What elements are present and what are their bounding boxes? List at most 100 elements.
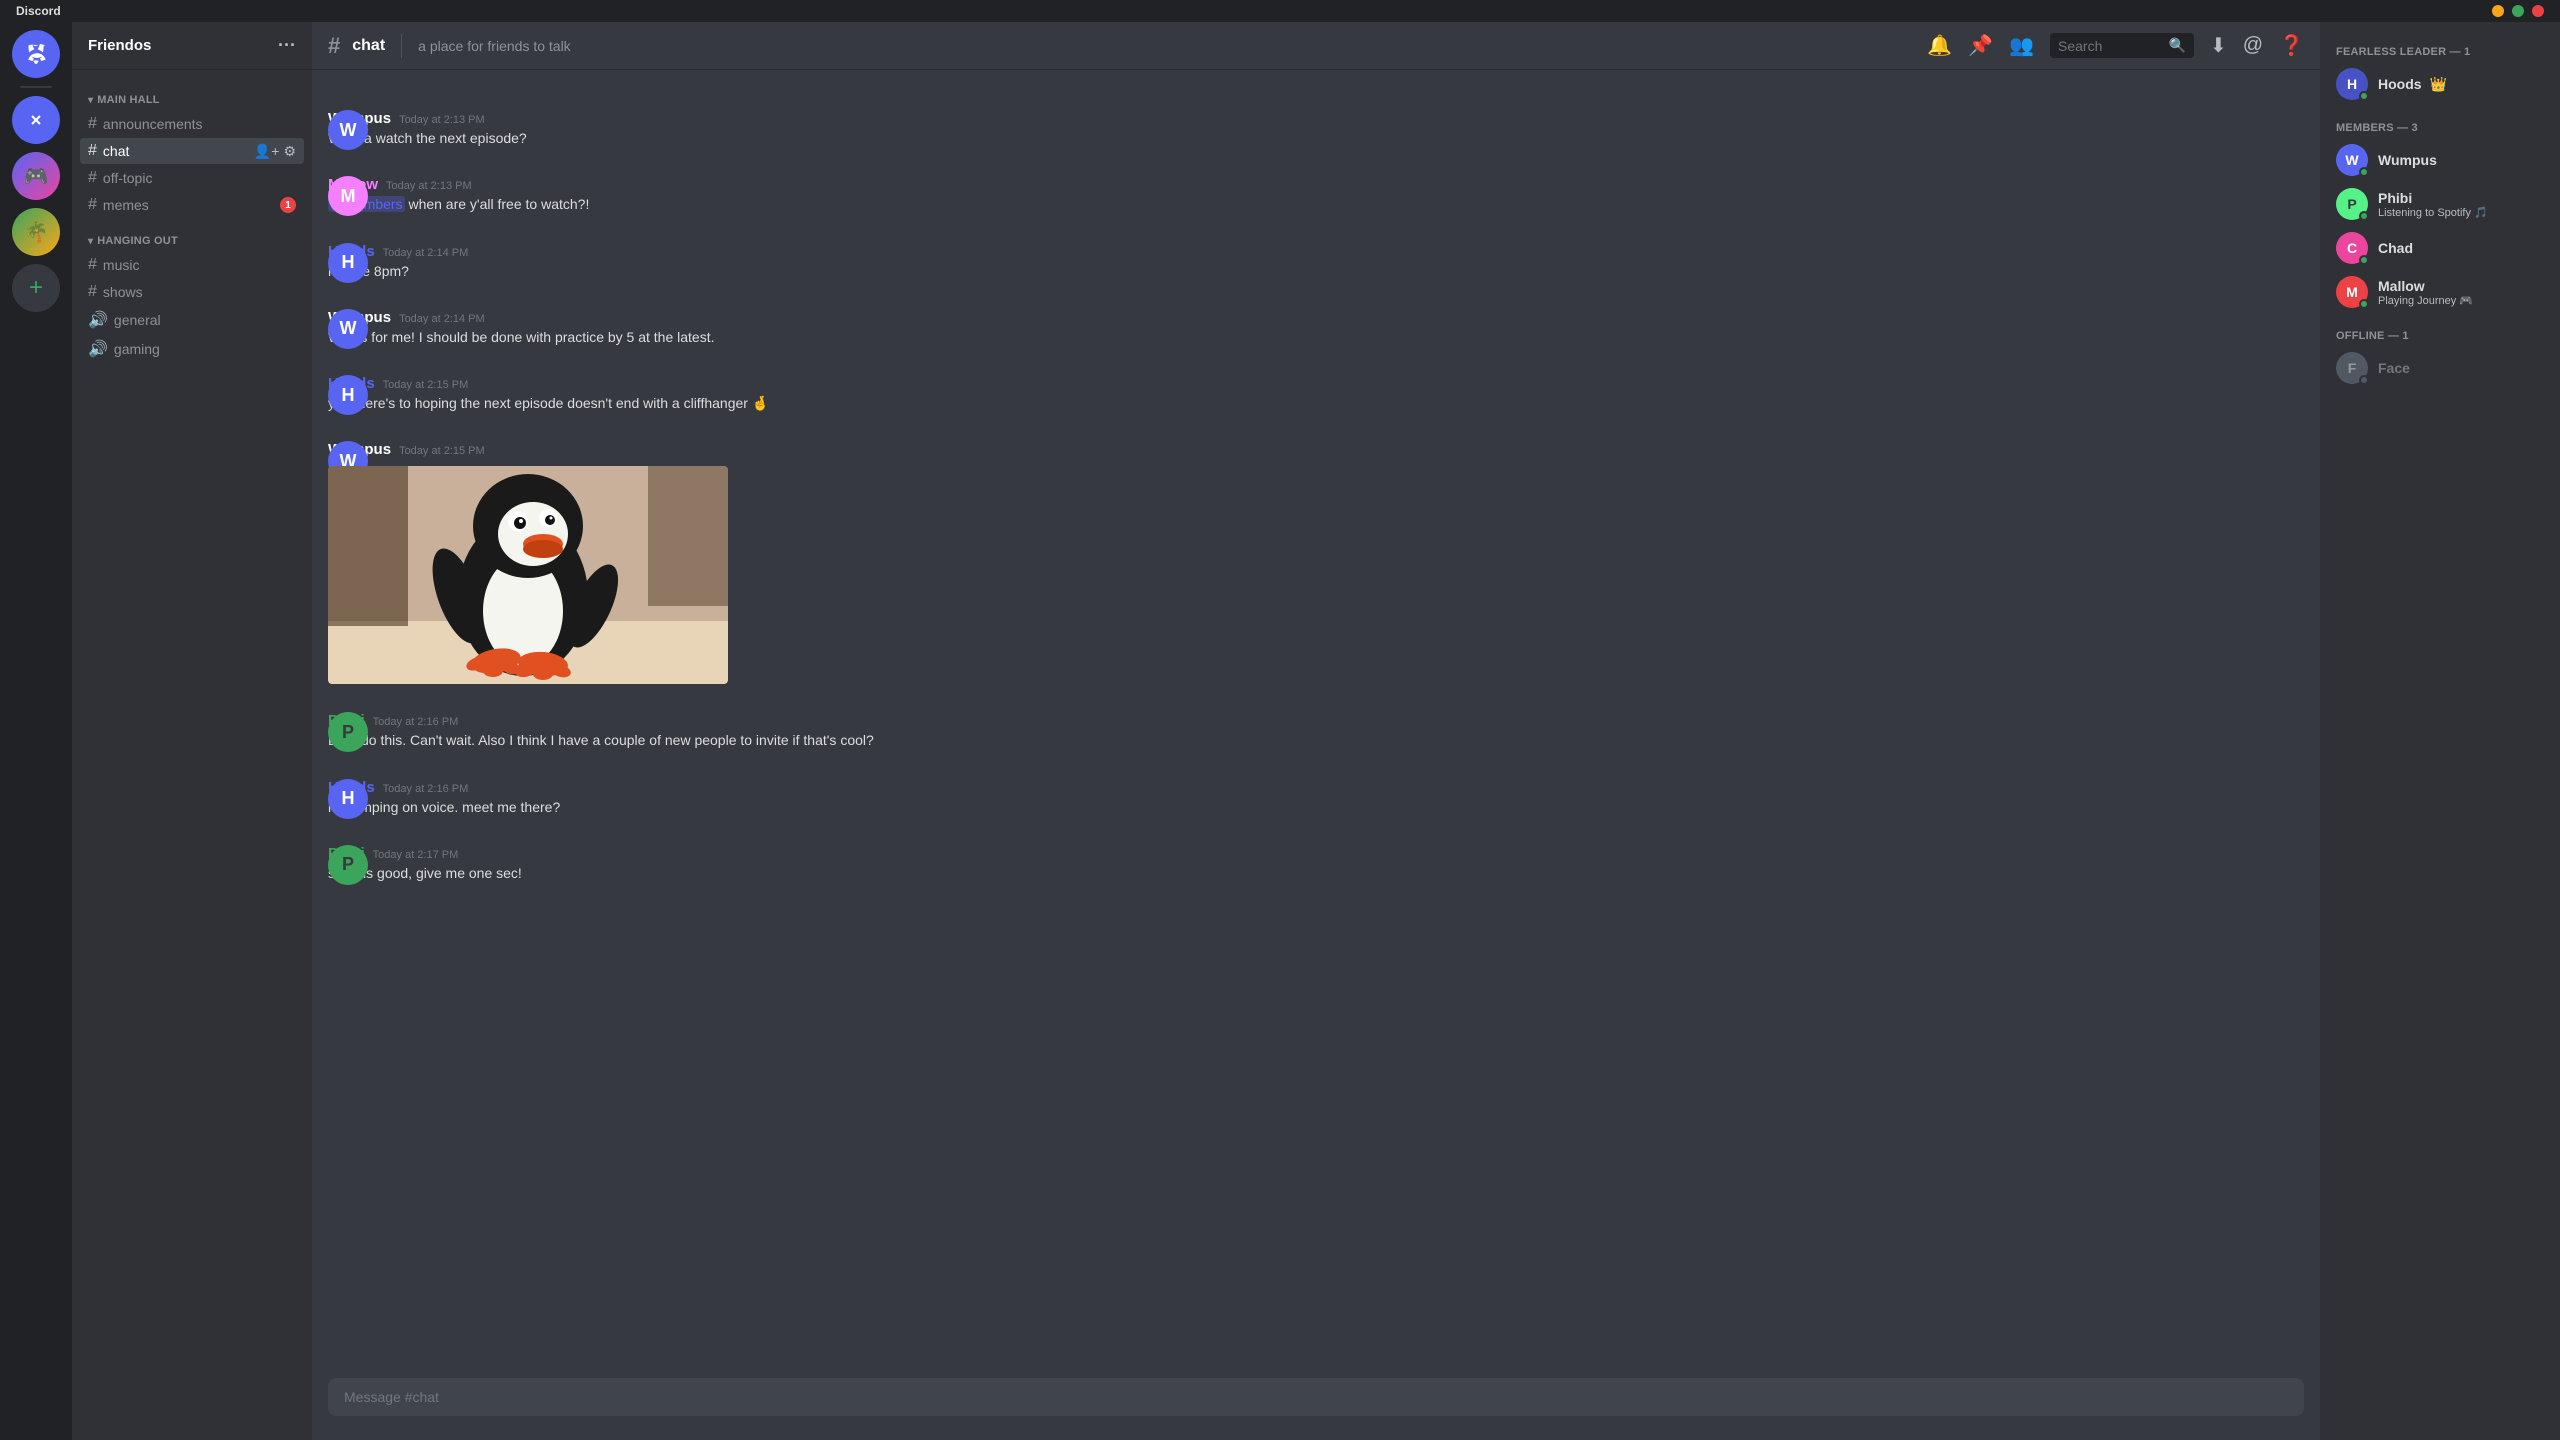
member-avatar: F — [2336, 352, 2368, 384]
channel-name: gaming — [114, 341, 296, 357]
avatar: W — [328, 309, 368, 349]
message-text: Wanna watch the next episode? — [328, 129, 2304, 148]
header-divider — [401, 34, 402, 58]
member-avatar: H — [2336, 68, 2368, 100]
member-avatar: P — [2336, 188, 2368, 220]
server-divider — [20, 86, 52, 88]
message-text: i'm jumping on voice. meet me there? — [328, 798, 2304, 817]
pin-icon[interactable]: 📌 — [1968, 33, 1993, 58]
server-menu-button[interactable]: ··· — [278, 35, 296, 56]
message-timestamp: Today at 2:15 PM — [399, 445, 485, 457]
at-icon[interactable]: @ — [2243, 34, 2263, 57]
message-text: @members when are y'all free to watch?! — [328, 195, 2304, 214]
pingu-image — [328, 466, 728, 684]
app-body: 🎮 🌴 + Friendos ··· ▾ MAIN HALL — [0, 22, 2560, 1440]
channel-general-voice[interactable]: 🔊 general — [80, 306, 304, 334]
message-text: maybe 8pm? — [328, 262, 2304, 281]
message-timestamp: Today at 2:17 PM — [373, 849, 459, 861]
message-content: Wumpus Today at 2:14 PM Works for me! I … — [328, 309, 2304, 347]
text-channel-icon: # — [88, 115, 97, 133]
message-input[interactable]: Message #chat — [328, 1378, 2304, 1416]
help-icon[interactable]: ❓ — [2279, 33, 2304, 58]
channel-announcements[interactable]: # announcements — [80, 111, 304, 137]
message-row: P Phibi Today at 2:17 PM sounds good, gi… — [312, 829, 2320, 887]
message-content: Phibi Today at 2:16 PM Let's do this. Ca… — [328, 712, 2304, 750]
search-bar[interactable]: Search 🔍 — [2050, 33, 2194, 58]
minimize-button[interactable] — [2492, 5, 2504, 17]
member-item-wumpus[interactable]: W Wumpus — [2328, 138, 2552, 182]
message-header: Hoods Today at 2:14 PM — [328, 243, 2304, 260]
avatar: H — [328, 779, 368, 819]
channel-music[interactable]: # music — [80, 252, 304, 278]
server-icon-s2[interactable]: 🎮 — [12, 152, 60, 200]
channel-shows[interactable]: # shows — [80, 279, 304, 305]
header-icons: 🔔 📌 👥 Search 🔍 ⬇ @ ❓ — [1927, 33, 2304, 58]
member-name: Wumpus — [2378, 152, 2544, 168]
settings-icon[interactable]: ⚙ — [283, 143, 296, 160]
channel-gaming-voice[interactable]: 🔊 gaming — [80, 335, 304, 363]
download-icon[interactable]: ⬇ — [2210, 33, 2227, 58]
status-indicator — [2359, 255, 2369, 265]
member-item-phibi[interactable]: P Phibi Listening to Spotify 🎵 — [2328, 182, 2552, 226]
server-icon-s1[interactable] — [12, 96, 60, 144]
message-header: Hoods Today at 2:15 PM — [328, 375, 2304, 392]
add-server-button[interactable]: + — [12, 264, 60, 312]
message-content: Hoods Today at 2:14 PM maybe 8pm? — [328, 243, 2304, 281]
message-header: Wumpus Today at 2:15 PM — [328, 441, 2304, 458]
discord-home-button[interactable] — [12, 30, 60, 78]
member-info: Face — [2378, 360, 2544, 376]
member-avatar: M — [2336, 276, 2368, 308]
category-label: MAIN HALL — [97, 94, 159, 106]
maximize-button[interactable] — [2512, 5, 2524, 17]
message-content: Wumpus Today at 2:13 PM Wanna watch the … — [328, 110, 2304, 148]
close-button[interactable] — [2532, 5, 2544, 17]
member-avatar: W — [2336, 144, 2368, 176]
titlebar-controls — [2492, 5, 2544, 17]
message-timestamp: Today at 2:15 PM — [383, 379, 469, 391]
message-content: Phibi Today at 2:17 PM sounds good, give… — [328, 845, 2304, 883]
avatar: M — [328, 176, 368, 216]
messages-container[interactable]: W Wumpus Today at 2:13 PM Wanna watch th… — [312, 70, 2320, 1378]
status-indicator — [2359, 211, 2369, 221]
member-item-hoods-leader[interactable]: H Hoods 👑 — [2328, 62, 2552, 106]
channel-name: general — [114, 312, 296, 328]
channel-name: announcements — [103, 116, 296, 132]
member-item-chad[interactable]: C Chad — [2328, 226, 2552, 270]
message-text: Let's do this. Can't wait. Also I think … — [328, 731, 2304, 750]
channel-hash-icon: # — [328, 33, 340, 59]
message-content: Hoods Today at 2:16 PM i'm jumping on vo… — [328, 779, 2304, 817]
status-indicator — [2359, 299, 2369, 309]
server-header[interactable]: Friendos ··· — [72, 22, 312, 70]
category-arrow: ▾ — [88, 95, 93, 106]
message-timestamp: Today at 2:16 PM — [383, 783, 469, 795]
server-icon-s3[interactable]: 🌴 — [12, 208, 60, 256]
channel-off-topic[interactable]: # off-topic — [80, 165, 304, 191]
channel-sidebar: Friendos ··· ▾ MAIN HALL # announcements… — [72, 22, 312, 1440]
channel-memes[interactable]: # memes 1 — [80, 192, 304, 218]
search-placeholder: Search — [2058, 38, 2102, 54]
message-row: P Phibi Today at 2:16 PM Let's do this. … — [312, 696, 2320, 754]
channel-chat[interactable]: # chat 👤+ ⚙ — [80, 138, 304, 164]
channel-name: chat — [103, 143, 254, 159]
members-icon[interactable]: 👥 — [2009, 33, 2034, 58]
member-name: Mallow — [2378, 278, 2544, 294]
member-activity: Listening to Spotify 🎵 — [2378, 206, 2544, 219]
member-item-face[interactable]: F Face — [2328, 346, 2552, 390]
server-name: Friendos — [88, 37, 151, 54]
category-main-hall[interactable]: ▾ MAIN HALL — [72, 78, 312, 110]
member-info: Phibi Listening to Spotify 🎵 — [2378, 190, 2544, 219]
members-category-offline: OFFLINE — 1 — [2328, 314, 2552, 346]
category-arrow: ▾ — [88, 236, 93, 247]
invite-icon[interactable]: 👤+ — [254, 143, 280, 160]
members-sidebar: FEARLESS LEADER — 1 H Hoods 👑 MEMBERS — … — [2320, 22, 2560, 1440]
message-row: M Mallow Today at 2:13 PM @members when … — [312, 160, 2320, 218]
message-timestamp: Today at 2:13 PM — [399, 114, 485, 126]
members-category-leader: FEARLESS LEADER — 1 — [2328, 38, 2552, 62]
message-timestamp: Today at 2:13 PM — [386, 180, 472, 192]
message-content: Hoods Today at 2:15 PM yay! here's to ho… — [328, 375, 2304, 413]
channel-name: off-topic — [103, 170, 296, 186]
member-activity: Playing Journey 🎮 — [2378, 294, 2544, 307]
category-hanging-out[interactable]: ▾ HANGING OUT — [72, 219, 312, 251]
bell-icon[interactable]: 🔔 — [1927, 33, 1952, 58]
member-item-mallow[interactable]: M Mallow Playing Journey 🎮 — [2328, 270, 2552, 314]
